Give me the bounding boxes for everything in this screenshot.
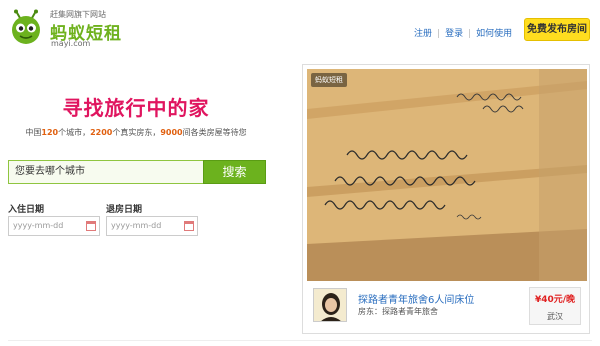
site-logo[interactable]: 赶集网旗下网站 蚂蚁短租 mayi.com [8,7,138,48]
calendar-icon[interactable] [86,221,96,231]
stats-cities-count: 120 [41,128,59,137]
calendar-icon[interactable] [184,221,194,231]
logo-domain: mayi.com [51,39,91,48]
top-nav-links: 注册 | 登录 | 如何使用 [414,26,512,39]
login-link[interactable]: 登录 [445,29,463,39]
stats-hosts-label: 个真实房东， [112,128,161,137]
nav-divider: | [437,29,441,39]
checkout-date-input[interactable]: yyyy-mm-dd [106,216,198,236]
listing-city: 武汉 [547,312,563,321]
price-badge[interactable]: ¥40元/晚 武汉 [529,287,581,325]
nav-divider: | [468,29,472,39]
stats-hosts-count: 2200 [90,128,113,137]
checkin-label: 入住日期 [8,205,45,215]
listing-title-link[interactable]: 探路者青年旅舍6人间床位 [358,291,474,306]
stats-cities-label: 个城市， [58,128,91,137]
stats-rooms-count: 9000 [160,128,183,137]
host-avatar[interactable] [313,288,347,322]
checkout-placeholder: yyyy-mm-dd [111,221,162,230]
checkin-placeholder: yyyy-mm-dd [13,221,64,230]
stats-prefix: 中国 [25,128,42,137]
wood-graffiti-image [307,69,587,281]
hero-title: 寻找旅行中的家 [62,96,210,120]
site-stats: 中国120个城市，2200个真实房东，9000间各类房屋等待您 [0,127,272,138]
how-to-use-link[interactable]: 如何使用 [476,29,512,39]
city-search-input[interactable]: 您要去哪个城市 [8,160,204,184]
register-link[interactable]: 注册 [414,29,432,39]
listing-price: ¥40元/晚 [534,295,576,305]
search-button[interactable]: 搜索 [203,160,266,184]
listing-host: 房东：探路者青年旅舍 [358,307,438,316]
publish-room-button[interactable]: 免费发布房间 [524,18,590,41]
listing-photo[interactable]: 蚂蚁短租 [307,69,587,281]
checkout-label: 退房日期 [106,205,143,215]
footer-divider [8,340,592,341]
ant-mascot-icon [12,9,40,44]
photo-brand-watermark: 蚂蚁短租 [311,73,347,87]
checkin-date-input[interactable]: yyyy-mm-dd [8,216,100,236]
stats-rooms-label: 间各类房屋等待您 [182,128,247,137]
featured-listing-card[interactable]: 蚂蚁短租 探路者青年旅舍6人间床位 房东：探路者青年旅舍 ¥40元/晚 武汉 [302,64,590,334]
host-avatar-image [314,289,346,321]
